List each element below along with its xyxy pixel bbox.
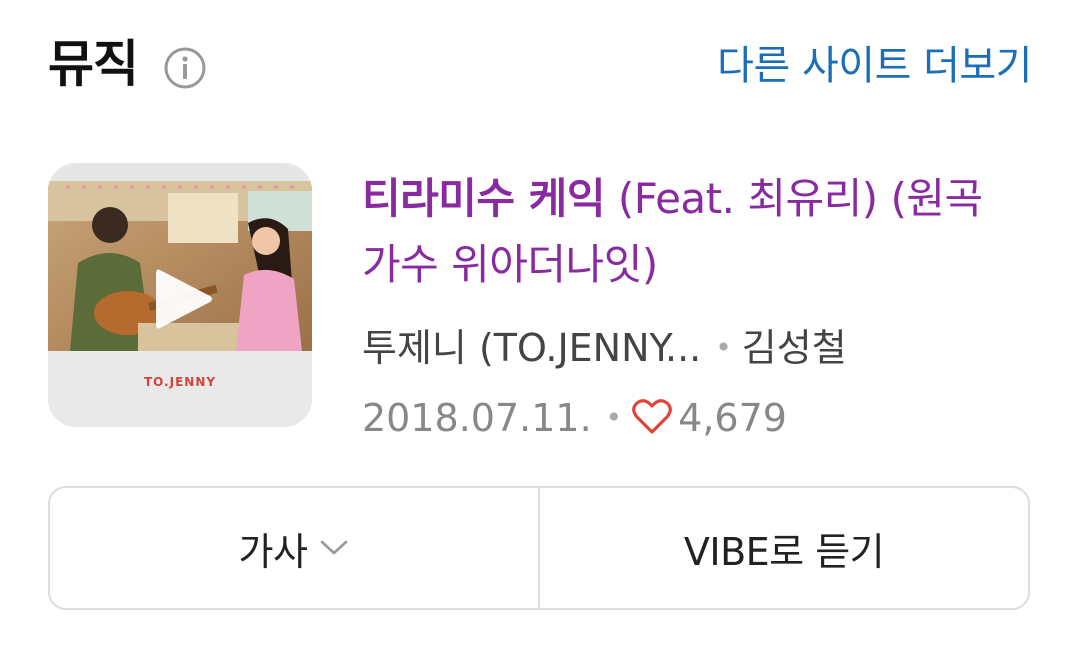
like-count: 4,679 [678,396,787,440]
separator-dot: • [715,331,732,364]
song-title[interactable]: 티라미수 케익 (Feat. 최유리) (원곡가수 위아더나잇) [362,166,1002,298]
artist-name[interactable]: 투제니 (TO.JENNY... [362,326,701,370]
song-meta: 2018.07.11. • 4,679 [362,390,787,446]
lyrics-button-label: 가사 [238,529,308,574]
info-icon[interactable] [163,46,207,90]
release-date: 2018.07.11. [362,396,592,440]
more-sites-link[interactable]: 다른 사이트 더보기 [717,38,1032,94]
action-buttons: 가사 VIBE로 듣기 [48,486,1030,610]
vibe-listen-button[interactable]: VIBE로 듣기 [538,488,1028,608]
separator-dot: • [605,401,623,434]
lyrics-button[interactable]: 가사 [50,488,538,608]
vibe-button-label: VIBE로 듣기 [683,529,885,574]
song-credits: 투제니 (TO.JENNY... • 김성철 [362,320,847,376]
music-card: 뮤직 다른 사이트 더보기 TO.JENNY 티라미수 케익 (Feat. 최유… [0,0,1080,651]
composer-name[interactable]: 김성철 [742,326,847,370]
song-title-main[interactable]: 티라미수 케익 [362,174,605,223]
heart-icon[interactable] [632,399,673,435]
play-icon[interactable] [150,264,216,334]
chevron-down-icon [321,540,348,555]
album-caption: TO.JENNY [143,375,217,389]
section-title: 뮤직 [48,35,139,93]
